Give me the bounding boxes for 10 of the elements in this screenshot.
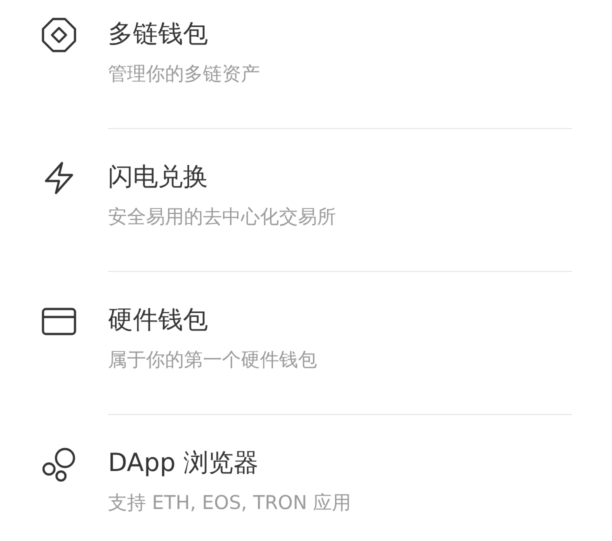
item-subtitle: 管理你的多链资产 [108, 62, 260, 87]
item-subtitle: 属于你的第一个硬件钱包 [108, 348, 317, 373]
bubbles-icon [40, 445, 78, 483]
item-title[interactable]: 多链钱包 [108, 14, 208, 54]
hexagon-diamond-icon [40, 16, 78, 54]
item-subtitle: 安全易用的去中心化交易所 [108, 205, 336, 230]
item-title[interactable]: 硬件钱包 [108, 300, 208, 340]
item-title[interactable]: DApp 浏览器 [108, 443, 259, 483]
item-subtitle: 支持 ETH, EOS, TRON 应用 [108, 491, 352, 516]
item-title[interactable]: 闪电兑换 [108, 157, 208, 197]
